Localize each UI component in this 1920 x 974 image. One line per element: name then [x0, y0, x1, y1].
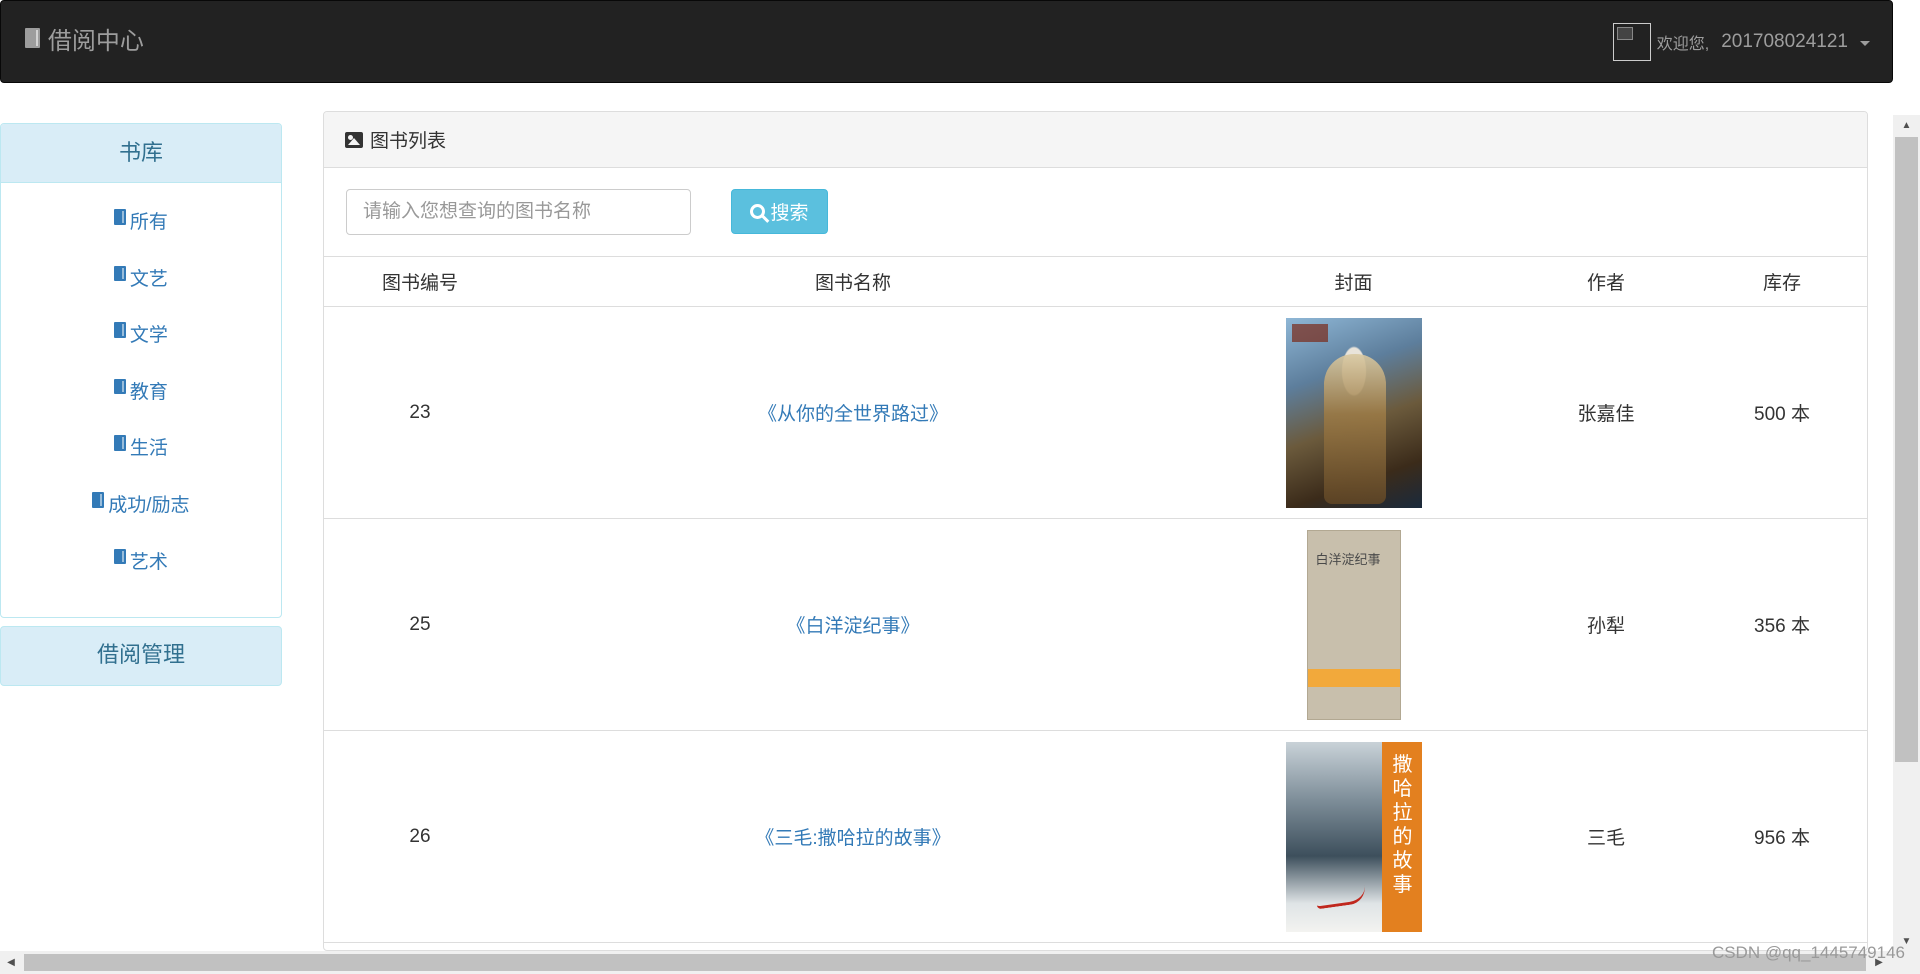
book-cover-cell	[1190, 306, 1517, 519]
cover-signature	[1314, 885, 1367, 909]
category-item-literature[interactable]: 文学	[1, 320, 281, 377]
category-label: 成功/励志	[108, 494, 190, 516]
panel-title: 图书列表	[370, 131, 447, 152]
book-list-panel: 图书列表 搜索 图书编号 图书名称 封面 作者 库存 23 《从你的全世界路过	[323, 111, 1868, 951]
book-title-link[interactable]: 《白洋淀纪事》	[786, 616, 919, 637]
category-label: 文艺	[129, 268, 168, 290]
book-icon	[114, 265, 126, 282]
book-stock: 956 本	[1695, 730, 1867, 943]
book-title-link[interactable]: 《从你的全世界路过》	[758, 404, 948, 425]
category-label: 所有	[129, 212, 168, 233]
books-table: 图书编号 图书名称 封面 作者 库存 23 《从你的全世界路过》 张嘉佳 500…	[324, 257, 1867, 943]
book-author: 张嘉佳	[1517, 306, 1695, 519]
book-icon	[114, 435, 126, 451]
vertical-scroll-thumb[interactable]	[1895, 137, 1918, 762]
category-label: 文学	[129, 325, 168, 347]
book-icon	[25, 28, 40, 48]
book-cover-image[interactable]: 撒哈拉的故事	[1285, 741, 1422, 932]
cover-title-text: 白洋淀纪事	[1315, 552, 1381, 568]
search-bar: 搜索	[324, 168, 1867, 257]
borrow-management-panel[interactable]: 借阅管理	[0, 626, 282, 686]
cover-title-text: 撒哈拉的故事	[1392, 751, 1413, 896]
book-title-link[interactable]: 《三毛:撒哈拉的故事》	[755, 828, 950, 849]
book-stock: 356 本	[1695, 518, 1867, 731]
column-header-title: 图书名称	[516, 257, 1190, 307]
category-list: 所有 文艺 文学 教育 生活 成功/励志 艺术	[1, 183, 281, 603]
category-item-success[interactable]: 成功/励志	[1, 490, 281, 547]
book-id: 26	[324, 730, 516, 943]
category-label: 生活	[129, 438, 168, 460]
book-cover-cell: 白洋淀纪事	[1190, 518, 1517, 731]
book-cover-image[interactable]	[1285, 317, 1422, 508]
user-id: 201708024121	[1721, 31, 1848, 52]
book-icon	[92, 491, 105, 508]
category-item-life[interactable]: 生活	[1, 433, 281, 490]
book-author: 三毛	[1517, 730, 1695, 943]
category-label: 艺术	[129, 551, 168, 573]
book-id: 25	[324, 518, 516, 731]
category-item-education[interactable]: 教育	[1, 377, 281, 434]
book-title-cell: 《三毛:撒哈拉的故事》	[516, 730, 1190, 943]
category-item-arts-literature[interactable]: 文艺	[1, 264, 281, 321]
search-button[interactable]: 搜索	[731, 189, 828, 234]
column-header-author: 作者	[1517, 257, 1695, 307]
user-menu[interactable]: 欢迎您, 201708024121	[1612, 21, 1870, 63]
avatar	[1612, 23, 1651, 61]
book-title-cell: 《从你的全世界路过》	[516, 306, 1190, 519]
library-panel: 书库 所有 文艺 文学 教育 生活 成功/励志 艺术	[0, 123, 282, 618]
book-icon	[114, 378, 126, 395]
panel-heading: 图书列表	[324, 112, 1867, 168]
brand[interactable]: 借阅中心	[25, 21, 144, 55]
book-icon	[114, 209, 126, 225]
category-item-all[interactable]: 所有	[1, 207, 281, 264]
table-header-row: 图书编号 图书名称 封面 作者 库存	[324, 257, 1867, 307]
table-row: 26 《三毛:撒哈拉的故事》 撒哈拉的故事 三毛 956 本	[324, 730, 1867, 943]
book-title-cell: 《白洋淀纪事》	[516, 518, 1190, 731]
table-row: 25 《白洋淀纪事》 白洋淀纪事 孙犁 356 本	[324, 518, 1867, 731]
horizontal-scrollbar[interactable]: ◀ ▶	[0, 951, 1920, 974]
book-cover-image[interactable]: 白洋淀纪事	[1306, 529, 1401, 720]
book-author: 孙犁	[1517, 518, 1695, 731]
picture-icon	[345, 131, 363, 148]
caret-down-icon[interactable]	[1860, 40, 1870, 46]
brand-title: 借阅中心	[47, 27, 144, 55]
book-id: 23	[324, 306, 516, 519]
welcome-text: 欢迎您,	[1656, 36, 1710, 53]
search-icon	[750, 204, 766, 219]
book-cover-cell: 撒哈拉的故事	[1190, 730, 1517, 943]
cover-stripe	[1307, 668, 1400, 687]
category-item-art[interactable]: 艺术	[1, 547, 281, 604]
search-input[interactable]	[346, 189, 691, 235]
scroll-up-icon[interactable]: ▲	[1893, 115, 1920, 135]
table-row: 23 《从你的全世界路过》 张嘉佳 500 本	[324, 306, 1867, 519]
book-stock: 500 本	[1695, 306, 1867, 519]
column-header-cover: 封面	[1190, 257, 1517, 307]
column-header-stock: 库存	[1695, 257, 1867, 307]
book-icon	[114, 322, 126, 338]
category-label: 教育	[129, 381, 168, 403]
watermark: CSDN @qq_1445749146	[1711, 943, 1905, 962]
vertical-scrollbar[interactable]: ▲ ▼	[1893, 115, 1920, 951]
top-navbar: 借阅中心 欢迎您, 201708024121	[0, 0, 1893, 83]
column-header-id: 图书编号	[324, 257, 516, 307]
book-icon	[114, 548, 126, 565]
search-button-label: 搜索	[770, 203, 809, 224]
scroll-left-icon[interactable]: ◀	[0, 951, 22, 974]
horizontal-scroll-thumb[interactable]	[24, 954, 1866, 971]
library-heading[interactable]: 书库	[1, 124, 281, 183]
